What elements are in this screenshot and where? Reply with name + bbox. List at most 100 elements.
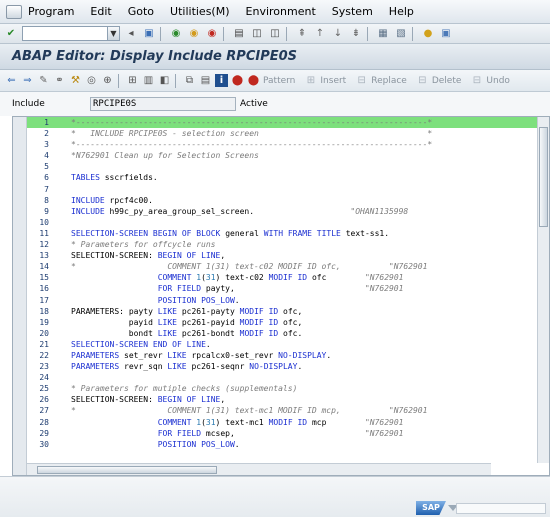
line-number: 1 [44, 118, 49, 127]
code-line[interactable]: 9 INCLUDE h99c_py_area_group_sel_screen. … [27, 206, 549, 217]
window-menu-icon[interactable] [6, 4, 22, 19]
code-lines[interactable]: 1 *--------------------------------------… [27, 117, 549, 463]
split-screen-icon[interactable]: ▤ [199, 74, 212, 87]
replace-icon[interactable]: ⊟ [355, 74, 368, 87]
session-breakpoint-icon[interactable]: ⬤ [247, 74, 260, 87]
code-line[interactable]: 29 FOR FIELD mcsep, "N762901 [27, 428, 549, 439]
code-line[interactable]: 14 * COMMENT 1(31) text-c02 MODIF ID ofc,… [27, 261, 549, 272]
code-line[interactable]: 11 SELECTION-SCREEN BEGIN OF BLOCK genera… [27, 228, 549, 239]
code-line[interactable]: 17 POSITION POS_LOW. [27, 295, 549, 306]
code-line[interactable]: 5 [27, 161, 549, 172]
display-change-icon[interactable]: ✎ [37, 74, 50, 87]
code-line[interactable]: 26 SELECTION-SCREEN: BEGIN OF LINE, [27, 394, 549, 405]
code-line[interactable]: 27 * COMMENT 1(31) text-mc1 MODIF ID mcp,… [27, 405, 549, 416]
line-text: SELECTION-SCREEN BEGIN OF BLOCK general … [71, 228, 390, 238]
new-session-icon[interactable]: ▦ [376, 27, 390, 41]
code-line[interactable]: 19 payid LIKE pc261-payid MODIF ID ofc, [27, 317, 549, 328]
layout-menu-icon[interactable]: ▣ [439, 27, 453, 41]
replace-button[interactable]: Replace [371, 76, 407, 86]
pattern-button[interactable]: Pattern [263, 76, 295, 86]
navigation-window-icon[interactable]: ▥ [142, 74, 155, 87]
menu-utilities[interactable]: Utilities(M) [170, 5, 229, 18]
info-icon[interactable]: i [215, 74, 228, 87]
code-line[interactable]: 20 bondt LIKE pc261-bondt MODIF ID ofc. [27, 328, 549, 339]
delete-icon[interactable]: ⊟ [416, 74, 429, 87]
menu-system[interactable]: System [332, 5, 373, 18]
line-text: * INCLUDE RPCIPE0S - selection screen * [71, 129, 433, 139]
code-line[interactable]: 13 SELECTION-SCREEN: BEGIN OF LINE, [27, 250, 549, 261]
find-icon[interactable]: ◫ [250, 27, 264, 41]
where-used-icon[interactable]: ⊕ [101, 74, 114, 87]
menu-goto[interactable]: Goto [128, 5, 154, 18]
code-line[interactable]: 1 *--------------------------------------… [27, 117, 549, 129]
object-list-icon[interactable]: ⊞ [126, 74, 139, 87]
print-icon[interactable]: ▤ [232, 27, 246, 41]
code-editor[interactable]: 1 *--------------------------------------… [12, 116, 550, 476]
code-line[interactable]: 10 [27, 217, 549, 228]
line-text: PARAMETERS revr_sqn LIKE pc261-seqnr NO-… [71, 362, 303, 372]
include-name-field[interactable]: RPCIPE0S [90, 97, 236, 111]
cancel-icon[interactable]: ◉ [205, 27, 219, 41]
enter-checkmark-icon[interactable]: ✔ [4, 27, 18, 41]
code-line[interactable]: 22 PARAMETERS set_revr LIKE rpcalcx0-set_… [27, 350, 549, 361]
command-field[interactable]: ▼ [22, 26, 120, 41]
insert-button[interactable]: Insert [320, 76, 346, 86]
find-next-icon[interactable]: ◫ [268, 27, 282, 41]
line-number: 3 [44, 140, 49, 150]
menu-bar: Program Edit Goto Utilities(M) Environme… [0, 0, 550, 24]
code-line[interactable]: 21 SELECTION-SCREEN END OF LINE. [27, 339, 549, 350]
code-line[interactable]: 30 POSITION POS_LOW. [27, 439, 549, 450]
forward-arrow-icon[interactable]: ⇒ [21, 74, 34, 87]
back-icon[interactable]: ◉ [169, 27, 183, 41]
menu-program[interactable]: Program [28, 5, 74, 18]
code-line[interactable]: 4 *N762901 Clean up for Selection Screens [27, 150, 549, 161]
vertical-scrollbar[interactable] [537, 117, 549, 463]
menu-help[interactable]: Help [389, 5, 414, 18]
last-page-icon[interactable]: ⇟ [349, 27, 363, 41]
code-line[interactable]: 7 [27, 184, 549, 195]
delete-button[interactable]: Delete [432, 76, 462, 86]
prev-page-icon[interactable]: ↑ [313, 27, 327, 41]
stop-breakpoint-icon[interactable]: ⬤ [231, 74, 244, 87]
code-line[interactable]: 28 COMMENT 1(31) text-mc1 MODIF ID mcp "… [27, 417, 549, 428]
hierarchy-icon[interactable]: ⧉ [183, 74, 196, 87]
vertical-scroll-thumb[interactable] [539, 127, 548, 227]
command-history-icon[interactable]: ◂ [124, 27, 138, 41]
command-dropdown-icon[interactable]: ▼ [107, 27, 119, 40]
line-text: FOR FIELD payty, "N762901 [157, 284, 404, 294]
code-line[interactable]: 6 TABLES sscrfields. [27, 172, 549, 183]
line-number: 22 [39, 350, 49, 360]
save-icon[interactable]: ▣ [142, 27, 156, 41]
code-line[interactable]: 25 * Parameters for mutiple checks (suppl… [27, 383, 549, 394]
next-page-icon[interactable]: ↓ [331, 27, 345, 41]
code-line[interactable]: 2 * INCLUDE RPCIPE0S - selection screen * [27, 128, 549, 139]
horizontal-scrollbar[interactable] [27, 463, 491, 475]
other-object-icon[interactable]: ⚭ [53, 74, 66, 87]
undo-icon[interactable]: ⊟ [470, 74, 483, 87]
activate-icon[interactable]: ◎ [85, 74, 98, 87]
code-line[interactable]: 16 FOR FIELD payty, "N762901 [27, 283, 549, 294]
code-line[interactable]: 12 * Parameters for offcycle runs [27, 239, 549, 250]
line-number: 6 [44, 173, 49, 183]
line-text: * COMMENT 1(31) text-c02 MODIF ID ofc, "… [71, 262, 428, 272]
undo-button[interactable]: Undo [486, 76, 510, 86]
back-arrow-icon[interactable]: ⇐ [5, 74, 18, 87]
exit-icon[interactable]: ◉ [187, 27, 201, 41]
code-line[interactable]: 8 INCLUDE rpcf4c00. [27, 195, 549, 206]
horizontal-scroll-thumb[interactable] [37, 466, 217, 474]
enhance-icon[interactable]: ◧ [158, 74, 171, 87]
code-line[interactable]: 23 PARAMETERS revr_sqn LIKE pc261-seqnr N… [27, 361, 549, 372]
menu-environment[interactable]: Environment [246, 5, 316, 18]
system-info-field[interactable] [456, 503, 546, 514]
first-page-icon[interactable]: ⇞ [295, 27, 309, 41]
pretty-printer-icon[interactable]: ⊞ [304, 74, 317, 87]
help-icon[interactable]: ● [421, 27, 435, 41]
code-line[interactable]: 3 *--------------------------------------… [27, 139, 549, 150]
menu-edit[interactable]: Edit [90, 5, 111, 18]
line-number: 16 [39, 284, 49, 294]
code-line[interactable]: 15 COMMENT 1(31) text-c02 MODIF ID ofc "… [27, 272, 549, 283]
code-line[interactable]: 18 PARAMETERS: payty LIKE pc261-payty MOD… [27, 306, 549, 317]
check-icon[interactable]: ⚒ [69, 74, 82, 87]
shortcut-icon[interactable]: ▧ [394, 27, 408, 41]
code-line[interactable]: 24 [27, 372, 549, 383]
